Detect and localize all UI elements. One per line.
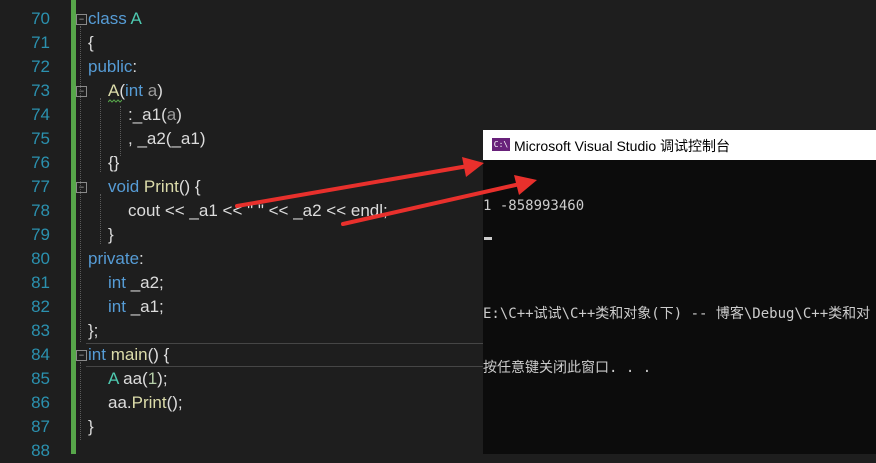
warning-squiggle [108,99,122,103]
line-number: 79 [31,225,50,244]
colon: : [132,57,138,76]
line-number: 81 [31,273,50,292]
collapse-icon[interactable]: − [76,182,87,193]
param: a [166,105,177,124]
colon: : [139,249,144,268]
code-text: ); [157,369,168,388]
keyword: private [88,249,140,268]
code-text: cout << _a1 << [128,201,248,220]
paren: ) [176,105,182,124]
line-number: 75 [31,129,50,148]
function-name: main [110,345,148,364]
code-line-80[interactable]: private: [88,247,144,271]
indent-guide [80,26,81,342]
console-cursor [484,237,492,240]
debug-console-window[interactable]: C:\ Microsoft Visual Studio 调试控制台 1 -858… [483,130,876,454]
collapse-icon[interactable]: − [76,14,87,25]
constructor-name: A [108,81,120,100]
code-line-70[interactable]: class A [88,7,142,31]
line-number-gutter: 69 70 71 72 73 74 75 76 77 78 79 80 81 8… [0,0,56,460]
line-number: 83 [31,321,50,340]
collapse-icon[interactable]: − [76,86,87,97]
code-line-76[interactable]: {} [108,151,119,175]
keyword: int [108,297,126,316]
change-tracking-bar [71,0,76,454]
line-number: 73 [31,81,50,100]
code-rest: () { [178,177,201,196]
code-line-81[interactable]: int _a2; [108,271,164,295]
code-line-86[interactable]: aa.Print(); [108,391,183,415]
code-rest: _a1; [125,297,164,316]
code-text: aa( [118,369,148,388]
line-number: 70 [31,9,50,28]
line-number: 71 [31,33,50,52]
initializer: :_a1( [128,105,167,124]
code-line-85[interactable]: A aa(1); [108,367,168,391]
code-line-75[interactable]: , _a2(_a1) [128,127,206,151]
param: a [147,81,158,100]
line-number: 85 [31,369,50,388]
code-line-87[interactable]: } [88,415,94,439]
keyword: int [108,273,126,292]
code-line-72[interactable]: public: [88,55,137,79]
console-output-line: E:\C++试试\C++类和对象(下) -- 博客\Debug\C++类和对 [483,306,871,322]
keyword: int [125,81,143,100]
code-line-78[interactable]: cout << _a1 << " " << _a2 << endl; [128,199,388,223]
code-text: << _a2 << endl; [263,201,388,220]
code-rest: () { [147,345,170,364]
console-title: Microsoft Visual Studio 调试控制台 [514,138,731,154]
line-number: 88 [31,441,50,460]
keyword: class [88,9,127,28]
line-number: 87 [31,417,50,436]
code-line-84[interactable]: int main() { [88,343,169,367]
code-line-82[interactable]: int _a1; [108,295,164,319]
code-line-71[interactable]: { [88,31,94,55]
paren: ) [157,81,163,100]
code-line-79[interactable]: } [108,223,114,247]
code-line-74[interactable]: :_a1(a) [128,103,182,127]
console-output[interactable]: 1 -858993460 E:\C++试试\C++类和对象(下) -- 博客\D… [483,161,876,413]
indent-guide [100,194,101,244]
line-number: 74 [31,105,50,124]
keyword: int [88,345,106,364]
number-literal: 1 [147,369,158,388]
class-name: A [130,9,142,28]
indent-guide [120,106,121,156]
string-literal: " " [247,201,264,220]
console-output-line: 按任意键关闭此窗口. . . [483,360,652,376]
function-name: Print [143,177,179,196]
console-app-icon: C:\ [492,138,510,151]
keyword: public [88,57,133,76]
line-number: 69 [0,0,50,7]
line-number: 86 [31,393,50,412]
keyword: void [108,177,140,196]
line-number: 78 [31,201,50,220]
line-number: 80 [31,249,50,268]
code-line-77[interactable]: void Print() { [108,175,201,199]
code-text: (); [166,393,183,412]
line-number: 76 [31,153,50,172]
function-name: Print [131,393,167,412]
code-rest: _a2; [125,273,164,292]
code-line-83[interactable]: }; [88,319,98,343]
line-number: 77 [31,177,50,196]
console-titlebar[interactable]: C:\ Microsoft Visual Studio 调试控制台 [483,130,876,160]
line-number: 82 [31,297,50,316]
code-text: aa. [108,393,132,412]
indent-guide [100,98,101,172]
console-output-line: 1 -858993460 [483,198,585,214]
line-number: 84 [31,345,50,364]
class-name: A [108,369,119,388]
line-number: 72 [31,57,50,76]
indent-guide [80,362,81,440]
